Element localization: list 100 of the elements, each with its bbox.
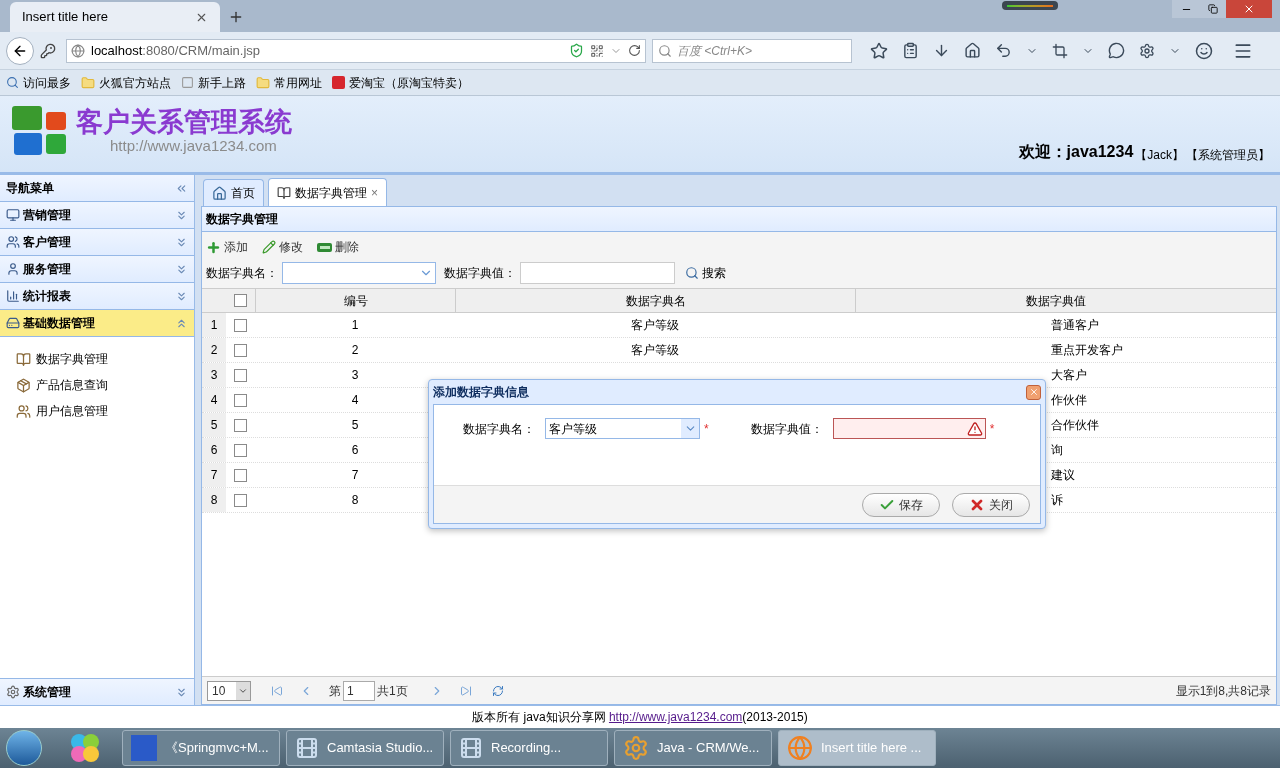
row-checkbox[interactable] bbox=[234, 418, 247, 432]
bookmark-item[interactable]: 爱淘宝（原淘宝特卖） bbox=[332, 73, 469, 92]
row-number: 4 bbox=[202, 388, 226, 412]
globe-icon bbox=[71, 43, 85, 58]
close-button[interactable] bbox=[1026, 384, 1041, 400]
accordion-header[interactable]: 营销管理 bbox=[0, 202, 194, 229]
table-cell-text: 2 bbox=[351, 342, 359, 359]
close-icon bbox=[1243, 3, 1255, 15]
table-cell-text: 1 bbox=[351, 317, 359, 334]
taskbar-button[interactable]: 《Springmvc+M... bbox=[122, 730, 280, 766]
refresh-icon[interactable] bbox=[491, 684, 504, 697]
site-link[interactable]: http://www.java1234.com bbox=[608, 710, 743, 724]
clipboard-icon[interactable] bbox=[902, 42, 919, 59]
accordion-header[interactable]: 基础数据管理 bbox=[0, 310, 194, 337]
page-number-field[interactable]: 1 bbox=[343, 680, 375, 701]
field-label: 数据字典名： bbox=[463, 420, 535, 438]
gear-icon[interactable] bbox=[1139, 42, 1155, 59]
bookmark-item[interactable]: 新手上路 bbox=[181, 73, 246, 92]
table-cell-text: 客户等级 bbox=[631, 342, 679, 359]
toolbar-button[interactable]: 修改 bbox=[262, 238, 303, 256]
row-number: 6 bbox=[202, 438, 226, 462]
row-checkbox[interactable] bbox=[234, 468, 247, 482]
section-label: 客户管理 bbox=[23, 234, 71, 251]
bookmark-item[interactable]: 火狐官方站点 bbox=[81, 73, 171, 92]
person-icon bbox=[6, 262, 20, 276]
row-checkbox[interactable] bbox=[234, 393, 247, 407]
tab-close[interactable]: × bbox=[371, 183, 378, 202]
chat-icon[interactable] bbox=[1108, 42, 1125, 59]
url-text: localhost:8080/CRM/main.jsp bbox=[91, 41, 262, 60]
toolbar-button[interactable]: 添加 bbox=[206, 238, 248, 256]
bookmark-star-icon[interactable] bbox=[870, 41, 888, 60]
table-cell-text: 8 bbox=[351, 492, 359, 509]
menu-item[interactable]: 产品信息查询 bbox=[36, 376, 108, 394]
table-cell-text: 大客户 bbox=[1051, 367, 1087, 384]
qr-code-icon[interactable] bbox=[590, 43, 604, 58]
book-icon bbox=[16, 351, 31, 367]
accordion-header[interactable]: 服务管理 bbox=[0, 256, 194, 283]
content-tab[interactable]: 首页 bbox=[203, 179, 264, 206]
toolbar-button[interactable]: 删除 bbox=[317, 238, 359, 256]
close-icon bbox=[1028, 387, 1039, 397]
restore-button[interactable] bbox=[1200, 0, 1226, 18]
row-number: 7 bbox=[202, 463, 226, 487]
column-header: 编号 bbox=[343, 292, 368, 310]
film-icon bbox=[295, 736, 319, 760]
search-field[interactable]: 百度 <Ctrl+K> bbox=[652, 38, 852, 63]
dialog-title: 添加数据字典信息 bbox=[433, 384, 529, 401]
film-icon bbox=[459, 736, 483, 760]
menu-item[interactable]: 用户信息管理 bbox=[36, 402, 108, 420]
table-cell-text: 诉 bbox=[1051, 492, 1063, 509]
dialog-button[interactable]: 关闭 bbox=[952, 492, 1030, 517]
crop-icon[interactable] bbox=[1052, 42, 1068, 59]
row-checkbox[interactable] bbox=[234, 368, 247, 382]
back-button[interactable] bbox=[6, 36, 34, 65]
row-number: 3 bbox=[202, 363, 226, 387]
search-icon bbox=[658, 43, 672, 58]
download-icon[interactable] bbox=[933, 42, 950, 59]
clover-icon[interactable] bbox=[68, 731, 102, 765]
row-checkbox[interactable] bbox=[234, 443, 247, 457]
select-all-checkbox[interactable] bbox=[234, 294, 247, 307]
bookmark-item[interactable]: 常用网址 bbox=[256, 73, 322, 92]
dictionary-value-field[interactable] bbox=[520, 262, 675, 284]
search-button[interactable]: 搜索 bbox=[685, 264, 726, 282]
table-cell-text: 7 bbox=[351, 467, 359, 484]
start-button[interactable] bbox=[6, 730, 42, 766]
first-page-icon[interactable] bbox=[271, 684, 283, 697]
row-checkbox[interactable] bbox=[234, 493, 247, 507]
smiley-icon[interactable] bbox=[1195, 41, 1213, 60]
row-checkbox[interactable] bbox=[234, 318, 247, 332]
gear-icon bbox=[623, 735, 649, 761]
browser-tab[interactable]: Insert title here bbox=[10, 2, 220, 32]
reload-icon[interactable] bbox=[628, 44, 641, 57]
restore-icon bbox=[1208, 4, 1218, 14]
taskbar-button[interactable]: Recording... bbox=[450, 730, 608, 766]
menu-item[interactable]: 数据字典管理 bbox=[36, 350, 108, 368]
taskbar-button[interactable]: Java - CRM/We... bbox=[614, 730, 772, 766]
drive-icon bbox=[6, 316, 20, 330]
dictionary-name-select[interactable] bbox=[282, 262, 436, 284]
taskbar-button[interactable]: Camtasia Studio... bbox=[286, 730, 444, 766]
row-number: 2 bbox=[202, 338, 226, 362]
accordion-header[interactable]: 客户管理 bbox=[0, 229, 194, 256]
address-bar[interactable]: localhost:8080/CRM/main.jsp bbox=[66, 38, 646, 63]
accordion-header[interactable]: 系统管理 bbox=[0, 678, 194, 705]
required-mark: * bbox=[989, 420, 995, 438]
accordion-header[interactable]: 统计报表 bbox=[0, 283, 194, 310]
user-role: 【系统管理员】 bbox=[1186, 147, 1270, 164]
user-name: 【Jack】 bbox=[1135, 147, 1184, 164]
record-summary: 显示1到8,共8记录 bbox=[1175, 682, 1271, 700]
undo-icon[interactable] bbox=[995, 42, 1012, 59]
bookmark-item[interactable]: 访问最多 bbox=[6, 73, 71, 92]
home-icon[interactable] bbox=[964, 42, 981, 59]
table-cell-text: 合作伙伴 bbox=[1051, 417, 1099, 434]
select-field[interactable]: 客户等级 bbox=[545, 418, 700, 439]
dialog-button[interactable]: 保存 bbox=[862, 492, 940, 517]
column-header: 数据字典名 bbox=[625, 292, 686, 310]
new-tab-icon[interactable] bbox=[228, 9, 244, 25]
content-tab[interactable]: 数据字典管理 × bbox=[268, 178, 387, 206]
page-size-select[interactable]: 10 bbox=[207, 680, 251, 701]
input-field[interactable] bbox=[832, 418, 986, 439]
last-page-icon[interactable] bbox=[459, 684, 472, 697]
row-checkbox[interactable] bbox=[234, 343, 247, 357]
